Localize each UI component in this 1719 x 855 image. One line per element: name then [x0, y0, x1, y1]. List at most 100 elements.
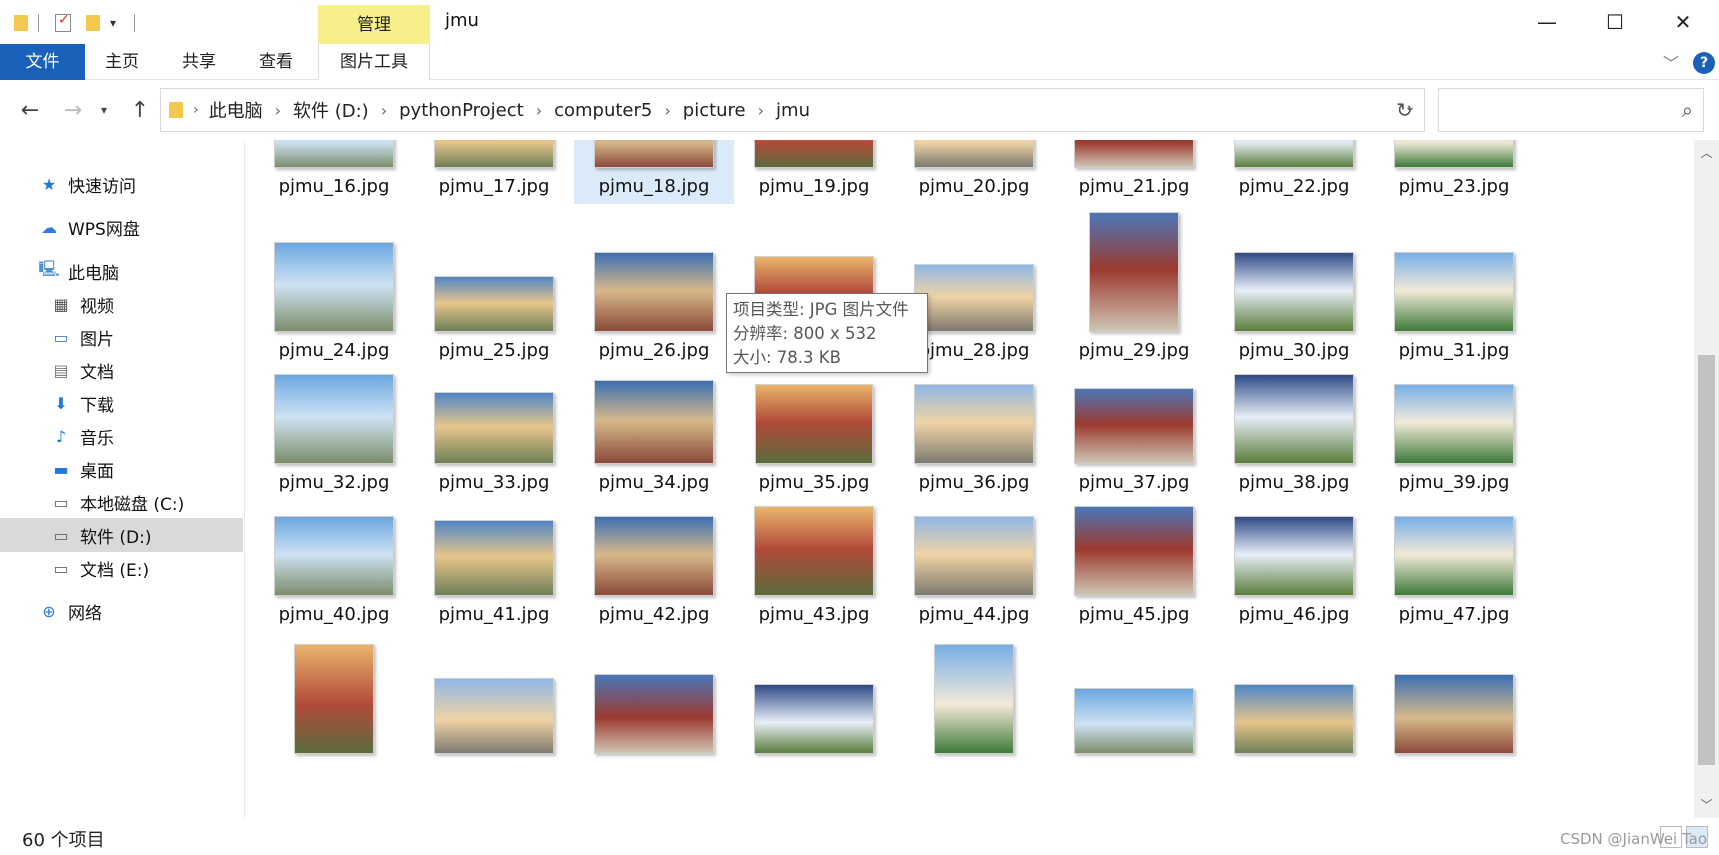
file-item[interactable]: pjmu_23.jpg — [1374, 140, 1534, 204]
nav-item-desktop[interactable]: ▬ 桌面 — [0, 452, 243, 486]
file-item[interactable]: pjmu_18.jpg — [574, 140, 734, 204]
back-arrow-icon[interactable]: ← — [14, 94, 46, 126]
chevron-right-icon[interactable]: › — [275, 101, 281, 120]
recent-locations-chevron-icon[interactable]: ▾ — [94, 94, 114, 126]
tooltip-resolution: 分辨率: 800 x 532 — [733, 324, 877, 343]
file-item[interactable]: pjmu_29.jpg — [1054, 205, 1214, 368]
file-item[interactable]: pjmu_39.jpg — [1374, 365, 1534, 500]
file-item[interactable]: pjmu_43.jpg — [734, 500, 894, 632]
customize-toolbar-chevron-icon[interactable]: ▾ — [110, 10, 116, 36]
nav-item-drive-d[interactable]: ▭ 软件 (D:) — [0, 518, 243, 552]
search-box[interactable]: ⌕ — [1438, 88, 1704, 132]
file-item[interactable]: pjmu_41.jpg — [414, 500, 574, 632]
scroll-down-arrow-icon[interactable]: ﹀ — [1698, 796, 1715, 814]
file-item[interactable]: pjmu_38.jpg — [1214, 365, 1374, 500]
file-item[interactable]: pjmu_37.jpg — [1054, 365, 1214, 500]
file-item[interactable]: pjmu_47.jpg — [1374, 500, 1534, 632]
nav-item-music[interactable]: ♪ 音乐 — [0, 419, 243, 453]
nav-item-quick-access[interactable]: ★ 快速访问 — [0, 167, 243, 201]
file-item[interactable]: pjmu_46.jpg — [1214, 500, 1374, 632]
file-item[interactable]: pjmu_21.jpg — [1054, 140, 1214, 204]
scroll-up-arrow-icon[interactable]: ︿ — [1698, 144, 1715, 162]
minimize-button[interactable]: — — [1515, 0, 1579, 44]
quick-access-folder-icon[interactable] — [14, 10, 28, 36]
nav-item-videos[interactable]: ▦ 视频 — [0, 287, 243, 321]
file-item[interactable]: pjmu_24.jpg — [254, 205, 414, 368]
thumbnail-image — [434, 140, 554, 168]
chevron-right-icon[interactable]: › — [193, 102, 199, 118]
nav-item-label: 软件 (D:) — [80, 527, 152, 548]
file-item[interactable]: pjmu_42.jpg — [574, 500, 734, 632]
file-item[interactable]: pjmu_44.jpg — [894, 500, 1054, 632]
file-item[interactable]: pjmu_25.jpg — [414, 205, 574, 368]
breadcrumb-this-pc[interactable]: 此电脑 — [209, 97, 263, 123]
file-item[interactable]: pjmu_17.jpg — [414, 140, 574, 204]
file-item[interactable]: pjmu_20.jpg — [894, 140, 1054, 204]
file-item[interactable]: pjmu_36.jpg — [894, 365, 1054, 500]
new-folder-icon[interactable] — [86, 10, 100, 36]
breadcrumb-picture[interactable]: picture — [683, 100, 746, 121]
thumbnail-image[interactable] — [1074, 688, 1194, 754]
file-item[interactable]: pjmu_32.jpg — [254, 365, 414, 500]
nav-item-downloads[interactable]: ⬇ 下载 — [0, 386, 243, 420]
tab-view[interactable]: 查看 — [246, 44, 306, 80]
thumbnail-image[interactable] — [434, 678, 554, 754]
title-bar: ▾ 管理 jmu — ☐ ✕ — [0, 0, 1719, 44]
file-item[interactable]: pjmu_26.jpg — [574, 205, 734, 368]
tab-file[interactable]: 文件 — [0, 44, 85, 80]
thumbnail-image — [594, 380, 714, 464]
documents-icon: ▤ — [53, 360, 69, 380]
nav-item-network[interactable]: ⊕ 网络 — [0, 594, 243, 628]
vertical-scrollbar[interactable]: ︿ ﹀ — [1694, 140, 1719, 818]
chevron-right-icon[interactable]: › — [536, 101, 542, 120]
address-bar[interactable]: › 此电脑 › 软件 (D:) › pythonProject › computer5… — [160, 88, 1425, 132]
thumbnail-image[interactable] — [594, 674, 714, 754]
manage-context-tab[interactable]: 管理 — [318, 5, 430, 44]
nav-item-wps-cloud[interactable]: ☁ WPS网盘 — [0, 210, 243, 244]
refresh-icon[interactable]: ↻ — [1385, 88, 1425, 132]
breadcrumb-pythonproject[interactable]: pythonProject — [399, 100, 524, 121]
file-item[interactable]: pjmu_30.jpg — [1214, 205, 1374, 368]
forward-arrow-icon[interactable]: → — [57, 94, 89, 126]
up-arrow-icon[interactable]: ↑ — [124, 94, 156, 126]
tab-home[interactable]: 主页 — [92, 44, 152, 80]
thumbnail-image[interactable] — [1234, 684, 1354, 754]
tab-picture-tools[interactable]: 图片工具 — [318, 44, 430, 80]
thumbnail-image — [914, 140, 1034, 168]
close-button[interactable]: ✕ — [1651, 0, 1715, 44]
file-item[interactable]: pjmu_40.jpg — [254, 500, 414, 632]
desktop-icon: ▬ — [53, 459, 69, 479]
nav-item-label: 桌面 — [80, 461, 114, 482]
help-icon[interactable]: ? — [1693, 52, 1715, 74]
thumbnail-image[interactable] — [294, 644, 374, 754]
nav-item-documents[interactable]: ▤ 文档 — [0, 353, 243, 387]
breadcrumb-computer5[interactable]: computer5 — [554, 100, 652, 121]
file-item[interactable]: pjmu_19.jpg — [734, 140, 894, 204]
file-item[interactable]: pjmu_22.jpg — [1214, 140, 1374, 204]
nav-item-pictures[interactable]: ▭ 图片 — [0, 320, 243, 354]
thumbnail-image[interactable] — [1394, 674, 1514, 754]
nav-item-this-pc[interactable]: 🖳 此电脑 — [0, 254, 243, 288]
maximize-button[interactable]: ☐ — [1583, 0, 1647, 44]
breadcrumb-drive-d[interactable]: 软件 (D:) — [293, 97, 369, 123]
chevron-right-icon[interactable]: › — [664, 101, 670, 120]
nav-item-drive-e[interactable]: ▭ 文档 (E:) — [0, 551, 243, 585]
file-item[interactable]: pjmu_45.jpg — [1054, 500, 1214, 632]
nav-item-drive-c[interactable]: ▭ 本地磁盘 (C:) — [0, 485, 243, 519]
thumbnail-image[interactable] — [934, 644, 1014, 754]
thumbnail-image[interactable] — [754, 684, 874, 754]
file-item[interactable]: pjmu_35.jpg — [734, 365, 894, 500]
file-item[interactable]: pjmu_34.jpg — [574, 365, 734, 500]
file-item[interactable]: pjmu_16.jpg — [254, 140, 414, 204]
expand-ribbon-chevron-icon[interactable]: ﹀ — [1663, 50, 1679, 74]
file-item[interactable]: pjmu_33.jpg — [414, 365, 574, 500]
chevron-right-icon[interactable]: › — [758, 101, 764, 120]
divider — [134, 14, 135, 32]
scrollbar-thumb[interactable] — [1698, 355, 1715, 765]
breadcrumb-jmu[interactable]: jmu — [776, 100, 810, 121]
properties-check-icon[interactable] — [55, 10, 71, 36]
file-item[interactable]: pjmu_31.jpg — [1374, 205, 1534, 368]
nav-item-label: 此电脑 — [68, 263, 119, 284]
tab-share[interactable]: 共享 — [169, 44, 229, 80]
chevron-right-icon[interactable]: › — [381, 101, 387, 120]
